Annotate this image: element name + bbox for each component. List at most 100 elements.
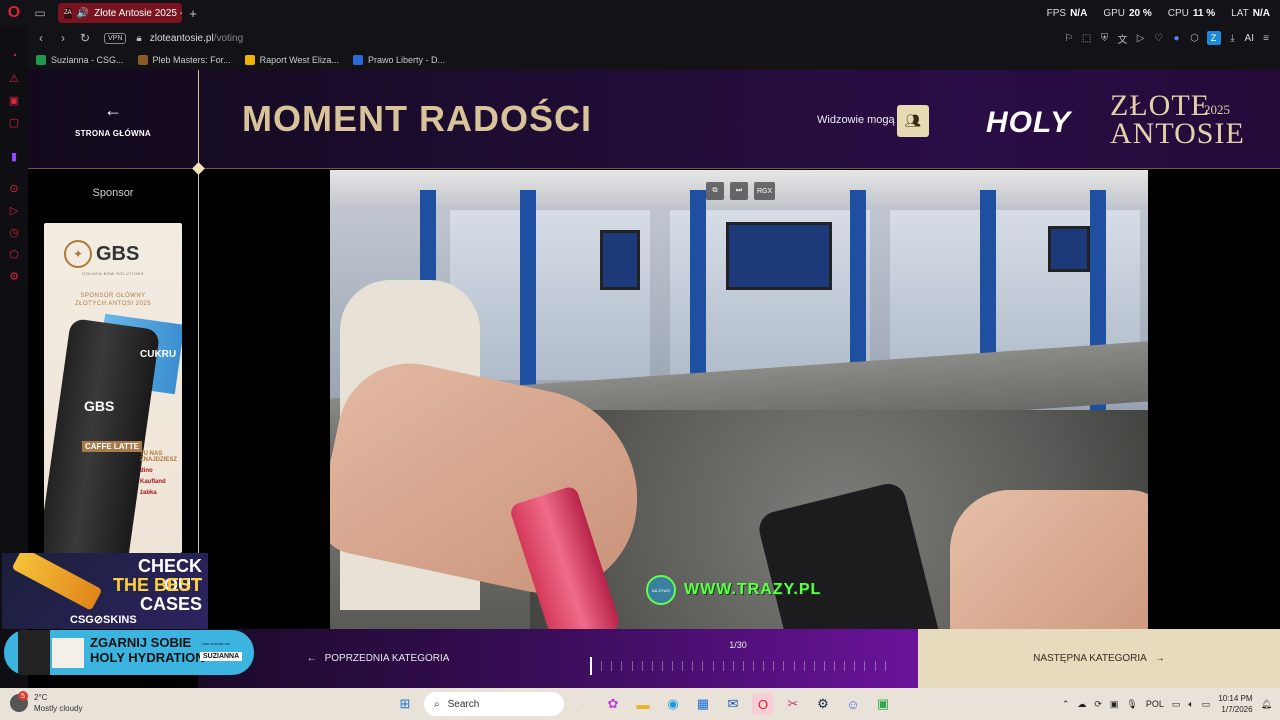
progress-tick[interactable]	[702, 661, 704, 671]
snapshot-icon[interactable]: ⬚	[1081, 32, 1093, 44]
holy-hydration-ad[interactable]: ZGARNIJ SOBIE HOLY HYDRATION 100% ANTOSI…	[4, 630, 254, 675]
gx-control-icon[interactable]: ◔	[8, 50, 20, 62]
progress-tick[interactable]	[793, 661, 795, 671]
reload-icon[interactable]: ↻	[76, 26, 94, 50]
progress-tick[interactable]	[712, 661, 714, 671]
opera-logo-icon[interactable]: O	[0, 0, 28, 26]
popout-icon[interactable]: ⧉	[706, 182, 724, 200]
forward-icon[interactable]: ›	[54, 26, 72, 50]
vpn-badge[interactable]: VPN	[104, 32, 127, 44]
next-category-button[interactable]: NASTĘPNA KATEGORIA →	[918, 629, 1280, 688]
progress-tick[interactable]	[692, 661, 694, 671]
battery-icon[interactable]: ▭	[1202, 699, 1211, 710]
tab-islands-icon[interactable]: ▭	[28, 0, 52, 26]
file-explorer-icon[interactable]: ▬	[632, 693, 654, 715]
wallet-icon[interactable]: ▣	[8, 94, 20, 107]
settings-icon[interactable]: ⚙	[8, 270, 20, 283]
category-progress[interactable]: 1/30	[558, 629, 918, 688]
bookmark-item[interactable]: Suzianna - CSG...	[36, 55, 124, 65]
player-icon[interactable]: ⊙	[8, 182, 20, 195]
download-icon[interactable]: ⤓	[1227, 32, 1239, 44]
history-icon[interactable]: ◷	[8, 226, 20, 239]
progress-tick[interactable]	[783, 661, 785, 671]
progress-tick[interactable]	[854, 661, 856, 671]
translate-icon[interactable]: 文	[1117, 32, 1129, 46]
menu-icon[interactable]: ≡	[1260, 32, 1272, 44]
pin-icon[interactable]: ⚐	[1063, 32, 1075, 44]
sponsor-banner[interactable]: ✦ GBS GOLDEN BOW SOLUTIONS SPONSOR GŁÓWN…	[44, 223, 182, 553]
progress-tick[interactable]	[864, 661, 866, 671]
messenger-icon[interactable]: ▢	[8, 116, 20, 129]
progress-tick[interactable]	[611, 661, 613, 671]
tray-sync-icon[interactable]: ⟳	[1094, 699, 1102, 710]
progress-tick[interactable]	[753, 661, 754, 671]
progress-tick[interactable]	[682, 661, 684, 671]
csgoskins-ad[interactable]: CHECK OUT THE BEST CASES CSG⊘SKINS	[2, 553, 208, 629]
progress-tick[interactable]	[621, 661, 623, 671]
lock-icon[interactable]: 🔒︎	[136, 33, 141, 44]
app-icon[interactable]: ▣	[872, 693, 894, 715]
progress-tick[interactable]	[823, 661, 825, 671]
outlook-icon[interactable]: ✉	[722, 693, 744, 715]
language-indicator[interactable]: POL	[1146, 699, 1164, 709]
play-icon[interactable]: ▷	[1135, 32, 1147, 44]
aria-ai-button[interactable]: AI	[1245, 32, 1254, 44]
home-link[interactable]: ← STRONA GŁÓWNA	[28, 70, 198, 168]
progress-tick[interactable]	[641, 661, 643, 671]
heart-icon[interactable]: ♡	[1153, 32, 1165, 44]
skip-icon[interactable]: ⏭	[730, 182, 748, 200]
windows-start-icon[interactable]: ⊞	[394, 693, 416, 715]
progress-tick[interactable]	[722, 661, 724, 671]
tray-gpu-icon[interactable]: ▣	[1110, 699, 1119, 710]
progress-tick[interactable]	[874, 661, 876, 671]
discord-icon[interactable]: ☺	[842, 693, 864, 715]
snipping-tool-icon[interactable]: ✂	[782, 693, 804, 715]
progress-tick[interactable]	[631, 661, 633, 671]
opera-gx-icon[interactable]: O	[752, 693, 774, 715]
send-icon[interactable]: ▷	[8, 204, 20, 217]
url-field[interactable]: zloteantosie.pl/voting	[150, 33, 243, 44]
adblock-icon[interactable]: ⛨	[1099, 32, 1111, 44]
progress-tick[interactable]	[601, 661, 603, 671]
progress-tick[interactable]	[813, 661, 815, 671]
progress-tick[interactable]	[834, 661, 835, 671]
notification-bell-icon[interactable]: 🔔︎	[1261, 699, 1272, 710]
edge-icon[interactable]: ◉	[662, 693, 684, 715]
bookmark-item[interactable]: Pleb Masters: For...	[137, 55, 231, 65]
progress-tick[interactable]	[803, 661, 805, 671]
wifi-icon[interactable]: ▭	[1172, 699, 1181, 710]
taskbar-search[interactable]: ⌕ Search	[424, 692, 564, 716]
gx-corner-icon[interactable]: ⚠	[8, 72, 20, 85]
steam-icon[interactable]: ⚙	[812, 693, 834, 715]
nominee-video[interactable]: ⧉ ⏭ RGX NA ŻYWO WWW.TRAZY.PL	[330, 170, 1148, 688]
twitch-icon[interactable]: ▮	[8, 150, 20, 163]
tray-mic-icon[interactable]: 🎙︎	[1126, 699, 1137, 710]
progress-tick[interactable]	[763, 661, 765, 671]
active-tab[interactable]: ZA 🔊 Złote Antosie 2025 - N ×	[58, 3, 182, 23]
progress-tick[interactable]	[844, 661, 846, 671]
copilot-icon[interactable]: ✿	[602, 693, 624, 715]
progress-tick[interactable]	[773, 661, 775, 671]
bookmark-item[interactable]: Raport West Eliza...	[244, 55, 339, 65]
viewers-icon[interactable]: 👥︎	[897, 105, 929, 137]
progress-tick[interactable]	[884, 661, 886, 671]
progress-tick[interactable]	[661, 661, 663, 671]
extension-z-icon[interactable]: Z	[1206, 31, 1221, 45]
progress-tick[interactable]	[651, 661, 653, 671]
speaker-icon[interactable]: 🔊	[77, 8, 89, 19]
clock[interactable]: 10:14 PM 1/7/2026	[1218, 693, 1252, 715]
bookmark-item[interactable]: Prawo Liberty - D...	[352, 55, 445, 65]
weather-widget[interactable]: 5 2°C Mostly cloudy	[10, 691, 82, 714]
profile-icon[interactable]: ●	[1171, 32, 1183, 44]
new-tab-button[interactable]: +	[182, 0, 204, 26]
progress-tick[interactable]	[590, 657, 592, 675]
extensions-icon[interactable]: ⬠	[8, 248, 20, 261]
volume-icon[interactable]: 🔈︎	[1188, 699, 1193, 710]
back-icon[interactable]: ‹	[32, 26, 50, 50]
task-view-icon[interactable]: ▪	[572, 693, 594, 715]
tray-chevron-icon[interactable]: ⌃	[1062, 699, 1070, 710]
store-icon[interactable]: ▦	[692, 693, 714, 715]
rgx-button[interactable]: RGX	[754, 182, 776, 200]
progress-tick[interactable]	[672, 661, 673, 671]
tray-app-icon[interactable]: ☁	[1077, 699, 1086, 710]
